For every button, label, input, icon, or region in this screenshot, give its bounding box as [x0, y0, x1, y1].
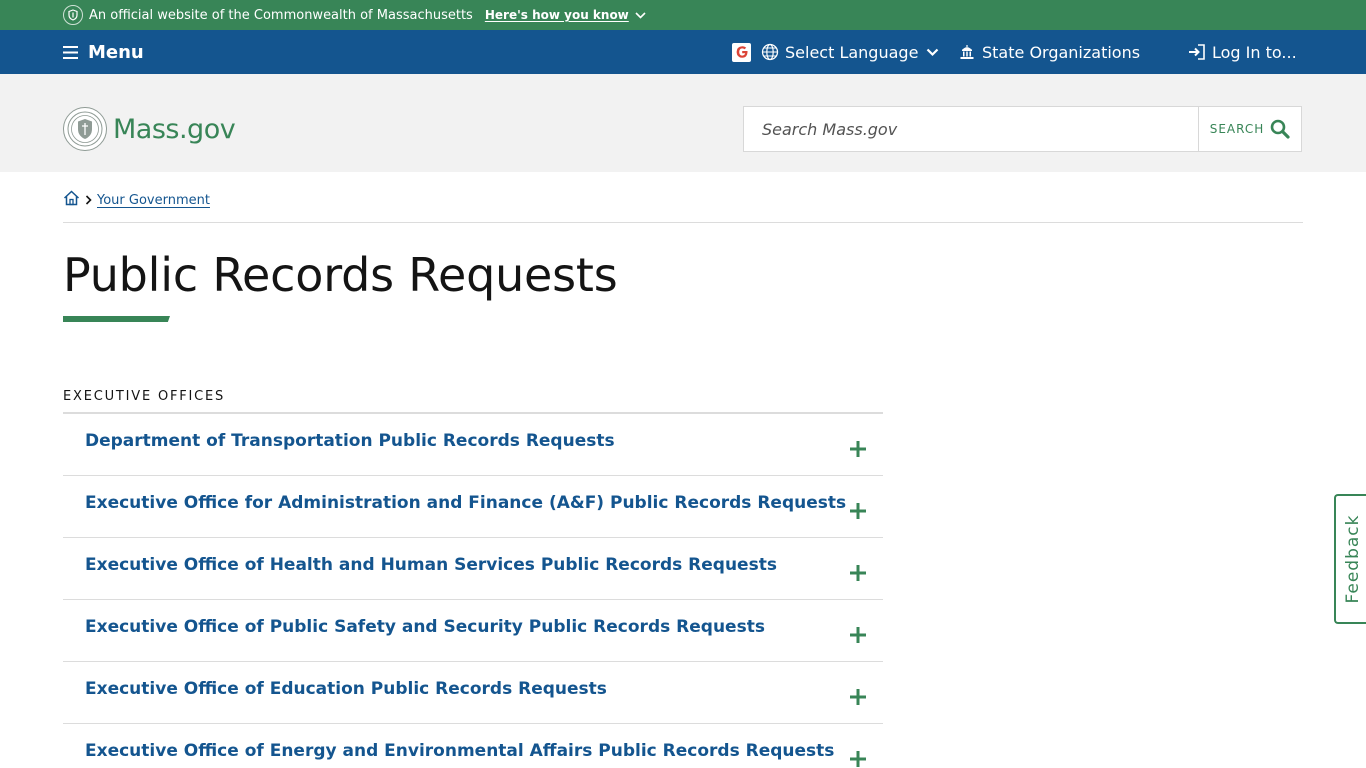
accordion-title: Executive Office of Energy and Environme…	[85, 740, 835, 761]
menu-label: Menu	[88, 41, 144, 63]
official-website-banner: An official website of the Commonwealth …	[0, 0, 1366, 30]
search-button-label: SEARCH	[1209, 122, 1265, 136]
how-you-know-label: Here's how you know	[484, 8, 629, 22]
login-icon	[1189, 44, 1205, 60]
plus-icon	[850, 689, 866, 705]
accordion-title: Executive Office of Health and Human Ser…	[85, 554, 777, 575]
state-organizations-button[interactable]: State Organizations	[959, 30, 1140, 74]
plus-icon	[850, 503, 866, 519]
massachusetts-seal-icon	[63, 107, 107, 151]
google-translate-icon	[732, 42, 751, 62]
search-button[interactable]: SEARCH	[1198, 106, 1302, 152]
accordion-item-education[interactable]: Executive Office of Education Public Rec…	[63, 662, 883, 724]
accordion-title: Department of Transportation Public Reco…	[85, 430, 615, 451]
how-you-know-button[interactable]: Here's how you know	[485, 8, 646, 22]
plus-icon	[850, 565, 866, 581]
state-organizations-label: State Organizations	[982, 42, 1141, 62]
login-label: Log In to...	[1212, 42, 1297, 62]
search-input[interactable]	[743, 106, 1199, 152]
feedback-label: Feedback	[1343, 514, 1363, 604]
logo-text: Mass.gov	[113, 113, 236, 145]
accordion-title: Executive Office of Education Public Rec…	[85, 678, 607, 699]
plus-icon	[850, 751, 866, 767]
plus-icon	[850, 627, 866, 643]
official-website-text: An official website of the Commonwealth …	[89, 7, 473, 23]
hamburger-icon	[63, 45, 78, 59]
select-language-label: Select Language	[785, 42, 919, 62]
accordion-item-energy-environmental-affairs[interactable]: Executive Office of Energy and Environme…	[63, 724, 883, 768]
login-button[interactable]: Log In to...	[1187, 30, 1297, 74]
breadcrumb-your-government[interactable]: Your Government	[97, 193, 210, 208]
chevron-down-icon	[635, 11, 646, 19]
chevron-right-icon	[85, 195, 92, 205]
breadcrumb-divider	[63, 222, 1303, 223]
utility-nav: Menu Select Language State Organizations…	[0, 30, 1366, 74]
plus-icon	[850, 441, 866, 457]
home-icon[interactable]	[63, 190, 80, 210]
globe-icon	[761, 43, 779, 61]
state-building-icon	[960, 45, 974, 59]
accordion-item-health-human-services[interactable]: Executive Office of Health and Human Ser…	[63, 538, 883, 600]
site-header: Mass.gov SEARCH	[0, 74, 1366, 172]
search-icon	[1270, 119, 1290, 139]
accordion-item-public-safety-security[interactable]: Executive Office of Public Safety and Se…	[63, 600, 883, 662]
accordion-list: Department of Transportation Public Reco…	[63, 414, 883, 768]
accordion-title: Executive Office of Public Safety and Se…	[85, 616, 765, 637]
accordion-title: Executive Office for Administration and …	[85, 492, 847, 513]
page-title: Public Records Requests	[63, 248, 618, 302]
menu-button[interactable]: Menu	[63, 30, 144, 74]
chevron-down-icon	[927, 48, 939, 56]
mass-gov-logo[interactable]: Mass.gov	[63, 107, 236, 151]
title-underline	[63, 316, 170, 322]
accordion-item-administration-finance[interactable]: Executive Office for Administration and …	[63, 476, 883, 538]
select-language-button[interactable]: Select Language	[732, 30, 939, 74]
massachusetts-seal-icon	[63, 5, 83, 25]
breadcrumb: Your Government	[63, 190, 210, 210]
accordion-item-transportation[interactable]: Department of Transportation Public Reco…	[63, 414, 883, 476]
feedback-tab[interactable]: Feedback	[1334, 494, 1366, 624]
section-label: EXECUTIVE OFFICES	[63, 389, 226, 404]
